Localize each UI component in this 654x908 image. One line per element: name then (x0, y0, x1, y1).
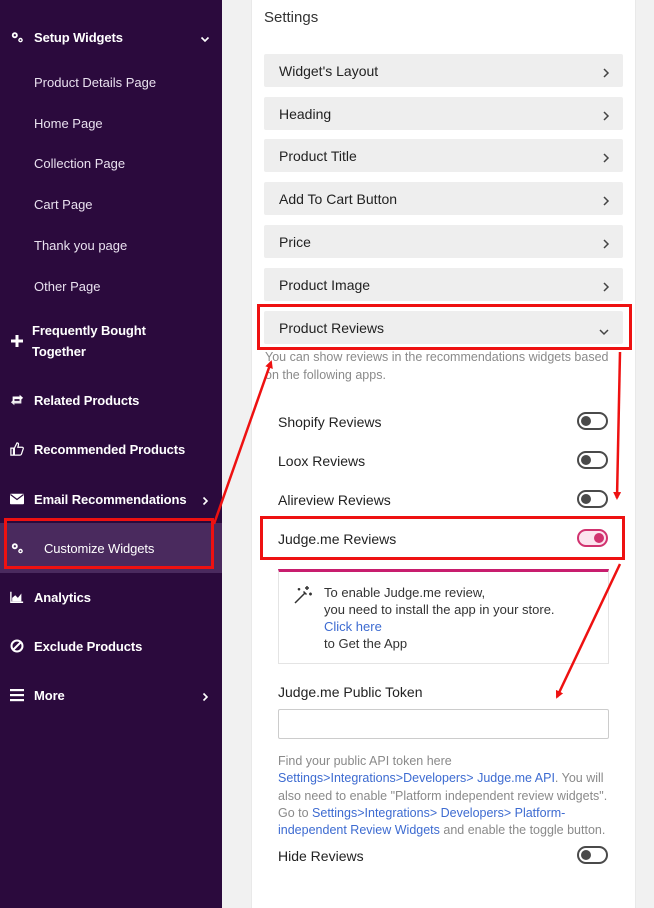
toggle-knob (581, 494, 591, 504)
loox-reviews-toggle[interactable] (577, 451, 608, 469)
api-settings-link[interactable]: Settings>Integrations>Developers> Judge.… (278, 771, 555, 785)
info-text: To enable Judge.me review, you need to i… (324, 584, 555, 652)
get-app-link[interactable]: Click here (324, 618, 555, 635)
sidebar-item-label: Frequently Bought Together (32, 323, 146, 359)
sidebar-subitem-home[interactable]: Home Page (34, 116, 103, 131)
chevron-right-icon (200, 494, 210, 506)
sidebar-item-label: Related Products (34, 392, 140, 408)
chevron-right-icon (602, 65, 610, 78)
judgeme-reviews-toggle[interactable] (577, 529, 608, 547)
area-chart-icon (10, 590, 24, 604)
sidebar-item-label: Analytics (34, 589, 91, 605)
accordion-heading[interactable]: Heading (264, 97, 623, 130)
toggle-label: Hide Reviews (278, 848, 364, 864)
judgeme-info-box: To enable Judge.me review, you need to i… (278, 569, 609, 664)
sidebar-item-email-recommendations[interactable]: Email Recommendations (0, 489, 222, 509)
sidebar-item-label: Exclude Products (34, 638, 143, 654)
chevron-right-icon (602, 150, 610, 163)
shopify-reviews-row: Shopify Reviews (278, 411, 610, 433)
toggle-knob (581, 416, 591, 426)
sidebar-item-label: Email Recommendations (34, 491, 187, 507)
sidebar: Setup Widgets Product Details Page Home … (0, 0, 222, 908)
sidebar-subitem-thank-you[interactable]: Thank you page (34, 238, 127, 253)
info-line: to Get the App (324, 636, 408, 651)
sidebar-subitem-cart[interactable]: Cart Page (34, 197, 93, 212)
envelope-icon (10, 492, 24, 506)
hide-reviews-toggle[interactable] (577, 846, 608, 864)
sidebar-item-recommended-products[interactable]: Recommended Products (0, 439, 222, 459)
toggle-label: Loox Reviews (278, 453, 366, 469)
accordion-label: Product Title (279, 147, 357, 164)
hide-reviews-row: Hide Reviews (278, 845, 610, 867)
sidebar-item-more[interactable]: More (0, 685, 222, 705)
sidebar-item-customize-widgets[interactable]: Customize Widgets (0, 523, 222, 573)
gears-icon (10, 541, 24, 555)
info-line: you need to install the app in your stor… (324, 602, 555, 617)
accordion-product-title[interactable]: Product Title (264, 139, 623, 172)
retweet-icon (10, 393, 24, 407)
chevron-right-icon (602, 279, 610, 292)
hamburger-menu-icon (10, 688, 24, 702)
toggle-knob (581, 850, 591, 860)
magic-wand-icon (293, 585, 313, 605)
accordion-add-to-cart-button[interactable]: Add To Cart Button (264, 182, 623, 215)
sidebar-item-label: More (34, 687, 65, 703)
thumbs-up-icon (10, 442, 24, 456)
sidebar-subitem-collection[interactable]: Collection Page (34, 156, 125, 171)
alireview-reviews-row: Alireview Reviews (278, 489, 610, 511)
sidebar-item-label: Customize Widgets (44, 540, 155, 556)
sidebar-item-setup-widgets[interactable]: Setup Widgets (0, 27, 222, 47)
gears-icon (10, 30, 24, 44)
chevron-down-icon (599, 323, 609, 336)
sidebar-item-analytics[interactable]: Analytics (0, 587, 222, 607)
sidebar-item-label: Setup Widgets (34, 29, 123, 45)
sidebar-subitem-product-details[interactable]: Product Details Page (34, 75, 156, 90)
help-text: Find your public API token here (278, 754, 452, 768)
reviews-description: You can show reviews in the recommendati… (265, 350, 609, 382)
token-help-text: Find your public API token here Settings… (278, 753, 614, 839)
info-line: To enable Judge.me review, (324, 585, 486, 600)
judgeme-token-input[interactable] (278, 709, 609, 739)
accordion-product-image[interactable]: Product Image (264, 268, 623, 301)
sidebar-subitem-other[interactable]: Other Page (34, 279, 101, 294)
chevron-right-icon (200, 690, 210, 702)
chevron-right-icon (602, 108, 610, 121)
sidebar-item-frequently-bought[interactable]: Frequently Bought Together (0, 320, 222, 362)
shopify-reviews-toggle[interactable] (577, 412, 608, 430)
alireview-reviews-toggle[interactable] (577, 490, 608, 508)
toggle-knob (594, 533, 604, 543)
sidebar-item-related-products[interactable]: Related Products (0, 390, 222, 410)
accordion-price[interactable]: Price (264, 225, 623, 258)
ban-icon (10, 639, 24, 653)
plus-icon (10, 334, 24, 348)
toggle-label: Judge.me Reviews (278, 531, 397, 547)
sidebar-item-label: Recommended Products (34, 441, 186, 457)
toggle-label: Shopify Reviews (278, 414, 382, 430)
chevron-right-icon (602, 236, 610, 249)
token-label: Judge.me Public Token (278, 684, 423, 700)
accordion-label: Add To Cart Button (279, 190, 398, 207)
accordion-label: Heading (279, 105, 332, 122)
accordion-label: Widget's Layout (279, 62, 379, 79)
accordion-widget-layout[interactable]: Widget's Layout (264, 54, 623, 87)
toggle-knob (581, 455, 591, 465)
chevron-right-icon (602, 193, 610, 206)
help-text: and enable the toggle button. (439, 823, 606, 838)
accordion-label: Product Reviews (279, 319, 385, 336)
toggle-label: Alireview Reviews (278, 492, 391, 508)
accordion-label: Price (279, 233, 311, 250)
accordion-product-reviews[interactable]: Product Reviews (264, 311, 623, 344)
chevron-down-icon (200, 32, 210, 43)
settings-title: Settings (264, 9, 319, 26)
sidebar-item-exclude-products[interactable]: Exclude Products (0, 636, 222, 656)
accordion-label: Product Image (279, 276, 371, 293)
judgeme-reviews-row: Judge.me Reviews (278, 528, 610, 550)
loox-reviews-row: Loox Reviews (278, 450, 610, 472)
